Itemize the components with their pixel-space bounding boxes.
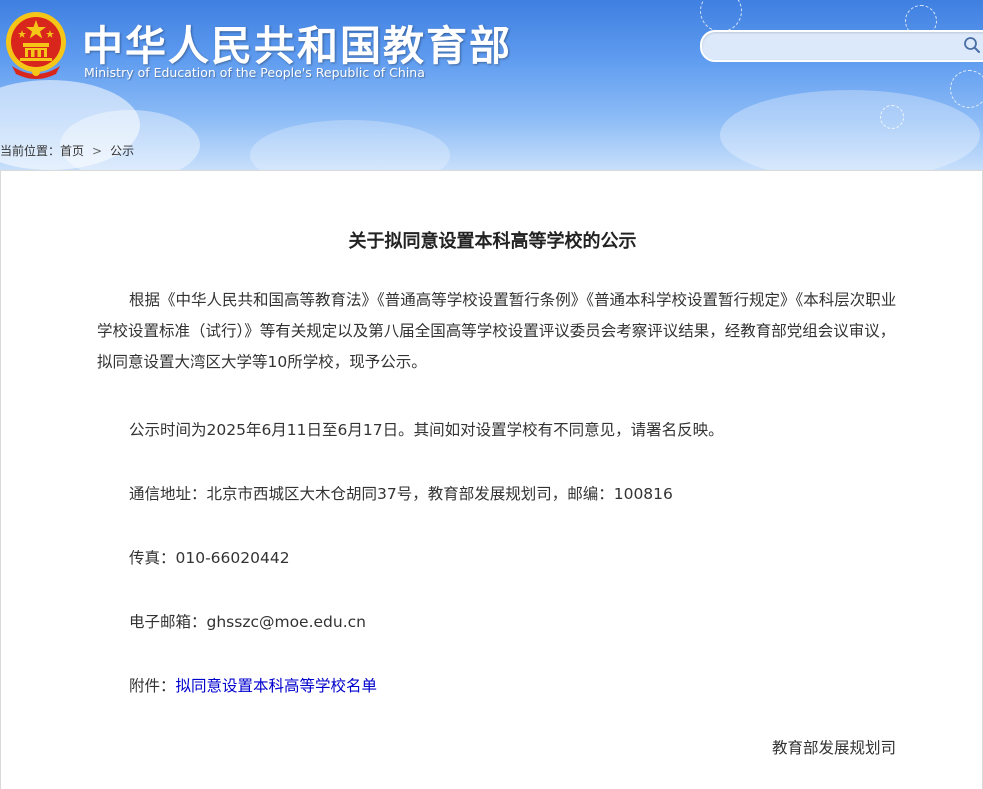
- header-cloud: [720, 90, 980, 170]
- dandelion-decoration: [700, 0, 742, 32]
- national-emblem-icon: [6, 12, 66, 79]
- attachment-link[interactable]: 拟同意设置本科高等学校名单: [176, 677, 378, 695]
- breadcrumb-separator: >: [92, 144, 103, 158]
- article-container: 关于拟同意设置本科高等学校的公示 根据《中华人民共和国高等教育法》《普通高等学校…: [0, 170, 983, 789]
- breadcrumb-home-link[interactable]: 首页: [60, 142, 84, 159]
- article-paragraph-period: 公示时间为2025年6月11日至6月17日。其间如对设置学校有不同意见，请署名反…: [129, 421, 724, 439]
- breadcrumb-prefix: 当前位置：: [0, 144, 61, 158]
- site-title-cn: 中华人民共和国教育部: [82, 22, 512, 70]
- search-icon[interactable]: [963, 36, 981, 54]
- article-paragraph-attachment: 附件：拟同意设置本科高等学校名单: [97, 671, 897, 702]
- search-input[interactable]: [700, 30, 983, 62]
- dandelion-decoration: [880, 105, 904, 129]
- dandelion-decoration: [950, 70, 983, 108]
- article-paragraph-email: 电子邮箱：ghsszc@moe.edu.cn: [129, 613, 366, 631]
- article-paragraph-intro: 根据《中华人民共和国高等教育法》《普通高等学校设置暂行条例》《普通本科学校设置暂…: [97, 291, 897, 371]
- site-header: 中华人民共和国教育部 Ministry of Education of the …: [0, 0, 983, 170]
- attachment-label: 附件：: [129, 677, 176, 695]
- breadcrumb: 当前位置：首页 > 公示: [0, 142, 134, 159]
- article-paragraph-fax: 传真：010-66020442: [129, 549, 290, 567]
- site-title-en: Ministry of Education of the People's Re…: [84, 65, 425, 80]
- article-signature: 教育部发展规划司: [771, 739, 896, 757]
- article-title: 关于拟同意设置本科高等学校的公示: [348, 231, 637, 252]
- breadcrumb-current[interactable]: 公示: [110, 142, 134, 159]
- article-paragraph-address: 通信地址：北京市西城区大木仓胡同37号，教育部发展规划司，邮编：100816: [129, 485, 673, 503]
- header-cloud: [60, 110, 200, 170]
- header-cloud: [250, 120, 450, 170]
